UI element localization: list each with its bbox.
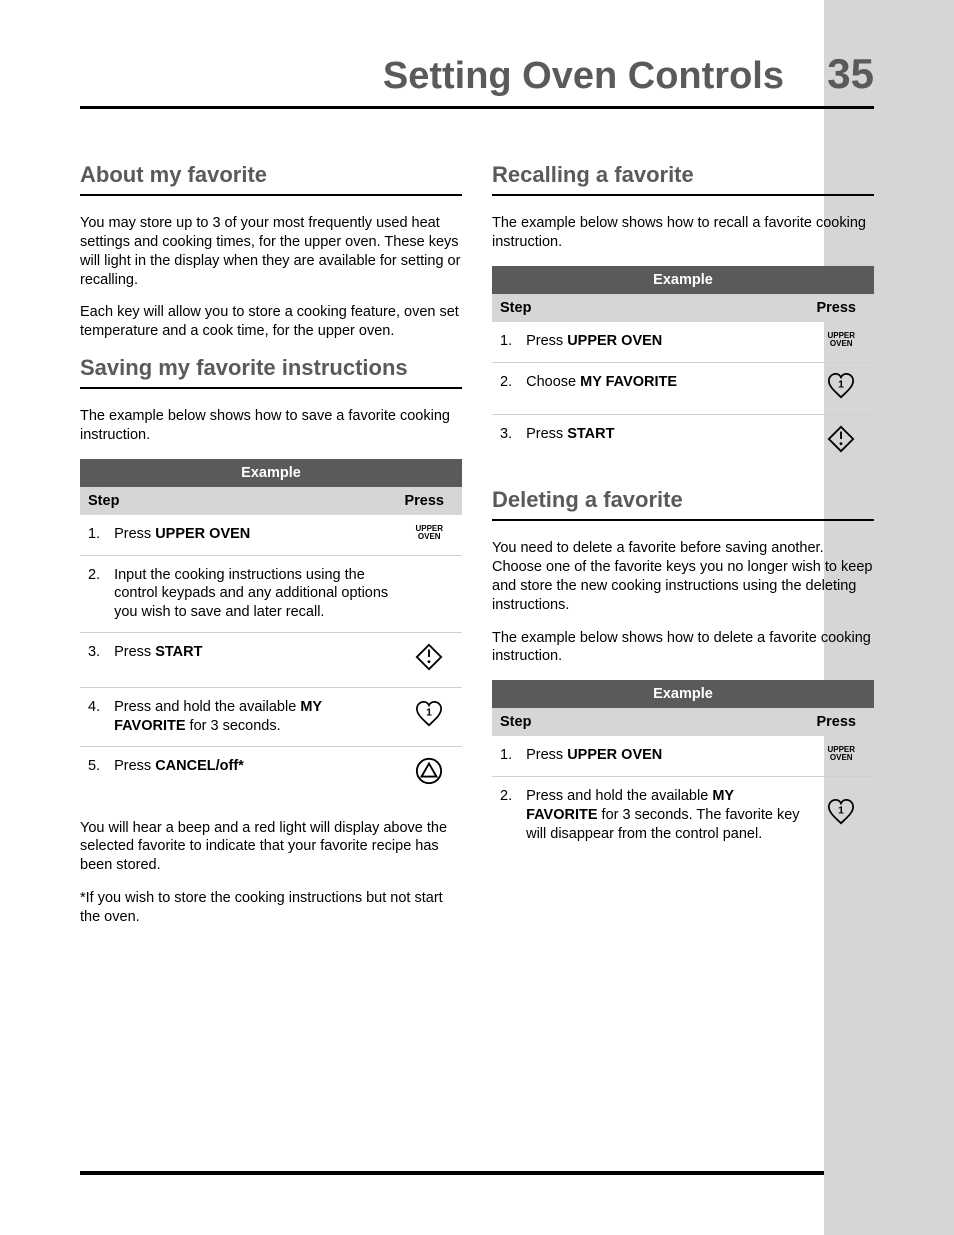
table-row: 3.Press START xyxy=(492,415,874,469)
press-cell: 1 xyxy=(808,362,874,415)
recall-table-body: 1.Press UPPER OVEN UPPEROVEN 2.Choose MY F… xyxy=(492,322,874,470)
upper-oven-icon: UPPEROVEN xyxy=(827,332,855,348)
recall-table-press-header: Press xyxy=(808,294,874,322)
table-row: 2.Press and hold the available MY FAVORI… xyxy=(492,777,874,854)
saving-after2: *If you wish to store the cooking instru… xyxy=(80,889,462,927)
favorite-icon: 1 xyxy=(827,799,855,825)
delete-table-body: 1.Press UPPER OVEN UPPEROVEN 2.Press and h… xyxy=(492,736,874,853)
left-column: About my favorite You may store up to 3 … xyxy=(80,154,462,941)
table-row: 1.Press UPPER OVEN UPPEROVEN xyxy=(80,515,462,555)
step-text: Choose MY FAVORITE xyxy=(518,362,808,415)
about-heading: About my favorite xyxy=(80,162,462,196)
saving-heading: Saving my favorite instructions xyxy=(80,355,462,389)
step-number: 1. xyxy=(492,736,518,776)
delete-table: Example Step Press 1.Press UPPER OVEN UPP… xyxy=(492,680,874,853)
step-text: Press UPPER OVEN xyxy=(518,736,808,776)
step-text: Press UPPER OVEN xyxy=(106,515,396,555)
recall-intro: The example below shows how to recall a … xyxy=(492,214,874,252)
press-cell xyxy=(396,555,462,633)
step-text: Press UPPER OVEN xyxy=(518,322,808,362)
step-text: Press START xyxy=(106,633,396,688)
step-number: 4. xyxy=(80,687,106,746)
favorite-icon: 1 xyxy=(827,373,855,399)
table-row: 2.Input the cooking instructions using t… xyxy=(80,555,462,633)
svg-text:1: 1 xyxy=(838,806,844,817)
table-row: 4.Press and hold the available MY FAVORI… xyxy=(80,687,462,746)
saving-table-press-header: Press xyxy=(396,487,462,515)
start-icon xyxy=(827,425,855,453)
saving-after1: You will hear a beep and a red light wil… xyxy=(80,819,462,876)
step-number: 2. xyxy=(80,555,106,633)
press-cell xyxy=(808,415,874,469)
page-title: Setting Oven Controls xyxy=(383,55,784,98)
table-row: 1.Press UPPER OVEN UPPEROVEN xyxy=(492,736,874,776)
recall-heading: Recalling a favorite xyxy=(492,162,874,196)
step-number: 3. xyxy=(80,633,106,688)
step-number: 5. xyxy=(80,746,106,800)
about-para1: You may store up to 3 of your most frequ… xyxy=(80,214,462,289)
delete-table-press-header: Press xyxy=(808,708,874,736)
saving-intro: The example below shows how to save a fa… xyxy=(80,407,462,445)
table-row: 2.Choose MY FAVORITE 1 xyxy=(492,362,874,415)
saving-table: Example Step Press 1.Press UPPER OVEN UPP… xyxy=(80,459,462,801)
press-cell: UPPEROVEN xyxy=(396,515,462,555)
svg-text:1: 1 xyxy=(426,708,432,719)
delete-table-step-header: Step xyxy=(492,708,808,736)
press-cell: 1 xyxy=(808,777,874,854)
delete-para1: You need to delete a favorite before sav… xyxy=(492,539,874,614)
step-number: 1. xyxy=(80,515,106,555)
footer-rule xyxy=(80,1171,824,1175)
recall-table-title: Example xyxy=(492,266,874,294)
delete-heading: Deleting a favorite xyxy=(492,487,874,521)
press-cell xyxy=(396,746,462,800)
recall-table: Example Step Press 1.Press UPPER OVEN UPP… xyxy=(492,266,874,470)
content-columns: About my favorite You may store up to 3 … xyxy=(80,154,874,941)
table-row: 1.Press UPPER OVEN UPPEROVEN xyxy=(492,322,874,362)
saving-table-step-header: Step xyxy=(80,487,396,515)
table-row: 5.Press CANCEL/off* xyxy=(80,746,462,800)
recall-table-step-header: Step xyxy=(492,294,808,322)
start-icon xyxy=(415,643,443,671)
table-row: 3.Press START xyxy=(80,633,462,688)
saving-table-title: Example xyxy=(80,459,462,487)
step-text: Press and hold the available MY FAVORITE… xyxy=(518,777,808,854)
page-header: Setting Oven Controls 35 xyxy=(80,50,874,109)
page-number: 35 xyxy=(814,50,874,98)
right-column: Recalling a favorite The example below s… xyxy=(492,154,874,941)
step-number: 3. xyxy=(492,415,518,469)
cancel-icon xyxy=(415,757,443,785)
favorite-icon: 1 xyxy=(415,701,443,727)
delete-table-title: Example xyxy=(492,680,874,708)
step-number: 1. xyxy=(492,322,518,362)
delete-para2: The example below shows how to delete a … xyxy=(492,629,874,667)
step-number: 2. xyxy=(492,362,518,415)
press-cell xyxy=(396,633,462,688)
upper-oven-icon: UPPEROVEN xyxy=(827,746,855,762)
step-text: Press and hold the available MY FAVORITE… xyxy=(106,687,396,746)
press-cell: 1 xyxy=(396,687,462,746)
upper-oven-icon: UPPEROVEN xyxy=(415,525,443,541)
step-number: 2. xyxy=(492,777,518,854)
svg-text:1: 1 xyxy=(838,379,844,390)
press-cell: UPPEROVEN xyxy=(808,322,874,362)
step-text: Input the cooking instructions using the… xyxy=(106,555,396,633)
press-cell: UPPEROVEN xyxy=(808,736,874,776)
about-para2: Each key will allow you to store a cooki… xyxy=(80,303,462,341)
step-text: Press CANCEL/off* xyxy=(106,746,396,800)
step-text: Press START xyxy=(518,415,808,469)
saving-table-body: 1.Press UPPER OVEN UPPEROVEN 2.Input the c… xyxy=(80,515,462,801)
